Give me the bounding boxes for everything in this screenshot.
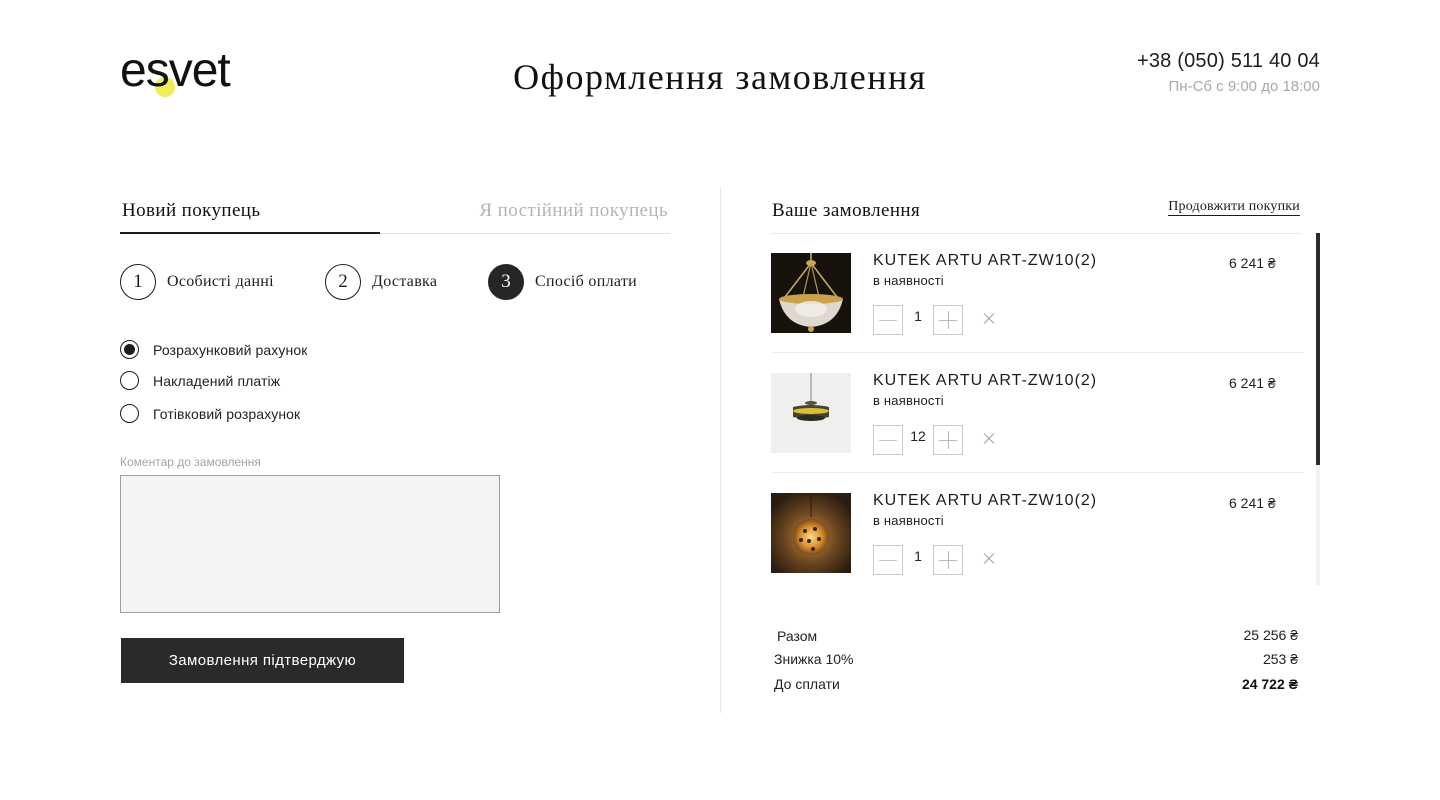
radio-button[interactable] bbox=[120, 371, 139, 390]
product-image-brass-chandelier[interactable] bbox=[771, 253, 851, 333]
total-value: 24 722 ₴ bbox=[1241, 676, 1298, 692]
step-personal-data[interactable]: 1 Особисті данні bbox=[120, 264, 274, 300]
remove-item-icon[interactable] bbox=[981, 431, 997, 447]
total-label: До сплати bbox=[774, 676, 840, 692]
customer-tabs: Новий покупець Я постійний покупець bbox=[120, 198, 670, 234]
step-number: 2 bbox=[325, 264, 361, 300]
step-number: 1 bbox=[120, 264, 156, 300]
stock-status: в наявності bbox=[873, 513, 944, 528]
stock-status: в наявності bbox=[873, 273, 944, 288]
remove-item-icon[interactable] bbox=[981, 311, 997, 327]
remove-item-icon[interactable] bbox=[981, 551, 997, 567]
cart-scrollbar-thumb[interactable] bbox=[1316, 233, 1320, 465]
radio-button[interactable] bbox=[120, 340, 139, 359]
product-price: 6 241 ₴ bbox=[1229, 255, 1276, 271]
decrease-quantity-button[interactable] bbox=[873, 545, 903, 575]
increase-quantity-button[interactable] bbox=[933, 305, 963, 335]
payment-option-cash-on-delivery[interactable]: Накладений платіж bbox=[120, 371, 280, 390]
product-name[interactable]: KUTEK ARTU ART-ZW10(2) bbox=[873, 372, 1097, 390]
subtotal-value: 25 256 ₴ bbox=[1243, 627, 1299, 643]
confirm-order-button[interactable]: Замовлення підтверджую bbox=[121, 638, 404, 683]
decrease-quantity-button[interactable] bbox=[873, 425, 903, 455]
radio-label: Накладений платіж bbox=[153, 372, 281, 389]
comment-textarea[interactable] bbox=[120, 475, 500, 613]
step-number: 3 bbox=[488, 264, 524, 300]
discount-value: 253 ₴ bbox=[1262, 651, 1298, 667]
order-title: Ваше замовлення bbox=[772, 200, 921, 221]
active-tab-underline bbox=[120, 232, 380, 234]
radio-label: Розрахунковий рахунок bbox=[153, 341, 308, 358]
tab-regular-customer[interactable]: Я постійний покупець bbox=[479, 200, 668, 222]
step-label: Доставка bbox=[372, 273, 438, 290]
cart-item-list[interactable]: KUTEK ARTU ART-ZW10(2) в наявності 6 241… bbox=[771, 233, 1320, 585]
step-label: Спосіб оплати bbox=[535, 273, 638, 290]
tab-new-customer[interactable]: Новий покупець bbox=[122, 200, 260, 222]
cart-item: KUTEK ARTU ART-ZW10(2) в наявності 6 241… bbox=[771, 233, 1303, 353]
decrease-quantity-button[interactable] bbox=[873, 305, 903, 335]
comment-label: Коментар до замовлення bbox=[120, 455, 261, 469]
product-name[interactable]: KUTEK ARTU ART-ZW10(2) bbox=[873, 492, 1097, 510]
step-payment-method[interactable]: 3 Спосіб оплати bbox=[488, 264, 637, 300]
discount-label: Знижка 10% bbox=[774, 651, 854, 667]
step-label: Особисті данні bbox=[167, 273, 274, 290]
increase-quantity-button[interactable] bbox=[933, 425, 963, 455]
product-image-pendant-disc-lamp[interactable] bbox=[771, 373, 851, 453]
subtotal-label: Разом bbox=[777, 628, 818, 644]
radio-button[interactable] bbox=[120, 404, 139, 423]
radio-label: Готівковий розрахунок bbox=[153, 405, 301, 422]
product-image-globe-lantern[interactable] bbox=[771, 493, 851, 573]
quantity-value[interactable]: 1 bbox=[904, 308, 932, 324]
step-delivery[interactable]: 2 Доставка bbox=[325, 264, 437, 300]
product-price: 6 241 ₴ bbox=[1229, 375, 1276, 391]
phone-number[interactable]: +38 (050) 511 40 04 bbox=[1137, 50, 1320, 73]
column-divider bbox=[720, 188, 721, 713]
product-name[interactable]: KUTEK ARTU ART-ZW10(2) bbox=[873, 252, 1097, 270]
quantity-value[interactable]: 12 bbox=[904, 428, 932, 444]
continue-shopping-link[interactable]: Продовжити покупки bbox=[1168, 199, 1300, 216]
payment-option-cash[interactable]: Готівковий розрахунок bbox=[120, 404, 300, 423]
stock-status: в наявності bbox=[873, 393, 944, 408]
product-price: 6 241 ₴ bbox=[1229, 495, 1276, 511]
cart-item: KUTEK ARTU ART-ZW10(2) в наявності 6 241… bbox=[771, 353, 1303, 473]
working-hours: Пн-Сб с 9:00 до 18:00 bbox=[1168, 78, 1320, 95]
cart-item: KUTEK ARTU ART-ZW10(2) в наявності 6 241… bbox=[771, 473, 1303, 585]
payment-option-bank-account[interactable]: Розрахунковий рахунок bbox=[120, 340, 307, 359]
quantity-value[interactable]: 1 bbox=[904, 548, 932, 564]
increase-quantity-button[interactable] bbox=[933, 545, 963, 575]
